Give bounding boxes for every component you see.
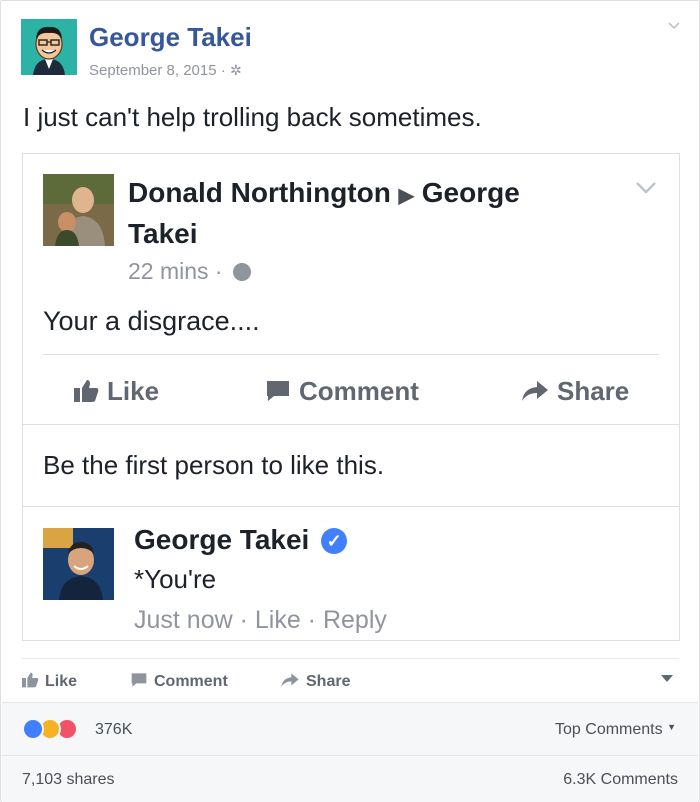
like-prompt: Be the first person to like this. xyxy=(43,450,385,480)
target-name-first[interactable]: George xyxy=(422,177,520,208)
caret-down-icon: ▼ xyxy=(667,722,676,732)
comment-author-name[interactable]: George Takei xyxy=(134,524,309,555)
comment-icon xyxy=(267,381,289,401)
reaction-count[interactable]: 376K xyxy=(95,721,132,739)
gear-icon[interactable]: ✲ xyxy=(230,62,242,78)
like-button[interactable]: Like xyxy=(21,672,77,691)
arrow-right-icon: ▶ xyxy=(398,185,414,207)
share-count[interactable]: 7,103 shares xyxy=(22,771,115,789)
comment-sort-label: Top Comments xyxy=(555,721,663,738)
meta-separator: · xyxy=(220,62,226,79)
poster-avatar xyxy=(43,174,114,246)
post-status-text: I just can't help trolling back sometime… xyxy=(23,102,482,132)
like-label: Like xyxy=(45,673,78,690)
post-footer: 7,103 shares 6.3K Comments xyxy=(2,755,698,802)
share-button[interactable]: Share xyxy=(521,376,629,407)
like-label: Like xyxy=(107,376,160,406)
screenshot-action-bar: Like Comment Share xyxy=(43,366,659,416)
thumbs-up-icon xyxy=(74,380,99,402)
divider xyxy=(43,354,659,355)
post-author[interactable]: George Takei xyxy=(89,22,252,53)
comment-meta: Just now · Like · Reply xyxy=(134,606,387,634)
comment-sort-dropdown[interactable]: Top Comments ▼ xyxy=(555,721,676,739)
comment-label: Comment xyxy=(154,673,228,690)
chevron-down-icon[interactable] xyxy=(667,19,681,33)
share-icon xyxy=(281,673,299,687)
commenter-avatar xyxy=(43,528,114,600)
verified-badge-icon: ✓ xyxy=(321,528,348,554)
divider xyxy=(23,506,679,507)
post-time-text[interactable]: 22 mins · xyxy=(128,258,223,284)
share-button[interactable]: Share xyxy=(280,672,350,691)
author-avatar[interactable] xyxy=(21,19,77,75)
share-label: Share xyxy=(557,376,630,406)
post-names: Donald Northington ▶ George Takei xyxy=(128,174,568,252)
post-meta: September 8, 2015 · ✲ xyxy=(89,62,242,79)
target-name-last[interactable]: Takei xyxy=(128,218,198,249)
share-label: Share xyxy=(306,673,351,690)
comment-author: George Takei ✓ xyxy=(134,524,348,556)
thumbs-up-icon xyxy=(22,672,39,688)
poster-name[interactable]: Donald Northington xyxy=(128,177,391,208)
like-reaction-icon[interactable] xyxy=(22,718,44,740)
divider xyxy=(23,424,679,425)
post-action-bar: Like Comment Share xyxy=(21,658,679,703)
shared-screenshot: Donald Northington ▶ George Takei 22 min… xyxy=(22,153,680,641)
post-card: George Takei September 8, 2015 · ✲ I jus… xyxy=(0,0,700,802)
share-icon xyxy=(522,381,548,401)
comment-button[interactable]: Comment xyxy=(265,376,419,407)
post-message: Your a disgrace.... xyxy=(43,306,260,336)
comment-count[interactable]: 6.3K Comments xyxy=(563,771,678,789)
like-button[interactable]: Like xyxy=(73,376,159,407)
comment-icon xyxy=(131,673,147,687)
comment-button[interactable]: Comment xyxy=(130,672,228,691)
post-date[interactable]: September 8, 2015 xyxy=(89,62,217,79)
audience-dropdown-icon[interactable] xyxy=(661,675,673,682)
reactions-bar: 376K Top Comments ▼ xyxy=(2,702,698,755)
globe-icon xyxy=(232,263,251,281)
comment-label: Comment xyxy=(299,376,419,406)
chevron-down-icon[interactable] xyxy=(635,180,657,196)
post-time: 22 mins · xyxy=(128,258,251,285)
comment-text: *You're xyxy=(134,564,217,594)
